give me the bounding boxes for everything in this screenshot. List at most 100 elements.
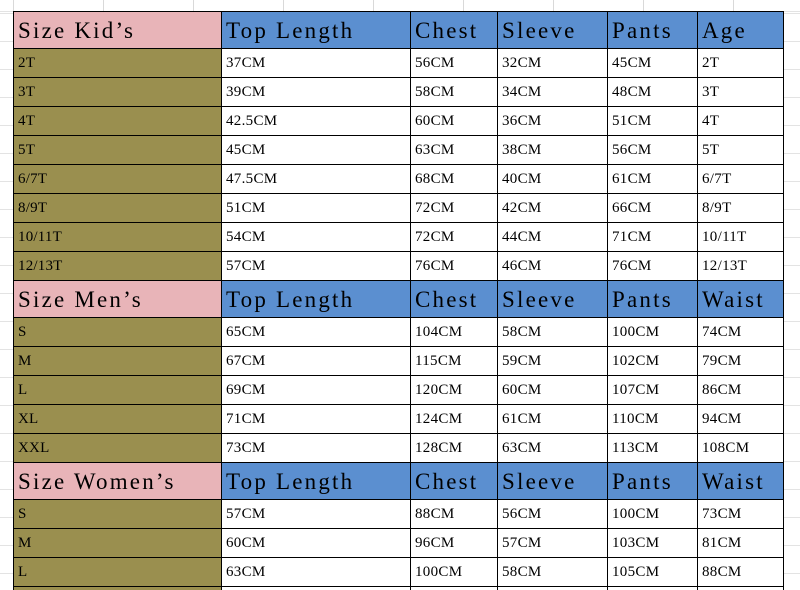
measurement-cell: 32CM [497,48,608,78]
size-label-cell: L [13,375,222,405]
measurement-cell: 73CM [221,433,411,463]
table-row: XL66CM104CM59CM108CM94CM [13,586,784,590]
measurement-cell: 65CM [221,317,411,347]
measurement-cell: 63CM [497,433,608,463]
table-row: S 65CM 104CM 58CM 100CM 74CM [13,317,784,347]
measurement-cell: 59CM [497,586,608,590]
measurement-cell: 67CM [221,346,411,376]
measurement-cell: 71CM [607,222,698,252]
measurement-cell: 36CM [497,106,608,136]
column-header: Pants [607,280,698,318]
measurement-cell: 54CM [221,222,411,252]
table-row: M 67CM 115CM 59CM 102CM 79CM [13,346,784,376]
table-row: 8/9T 51CM 72CM 42CM 66CM 8/9T [13,193,784,223]
measurement-cell: 73CM [697,499,784,529]
measurement-cell: 104CM [410,586,498,590]
section-title: Size Kid’s [13,11,222,49]
column-header: Top Length [221,11,411,49]
section-header-row: Size Women’s Top Length Chest Sleeve Pants Wa… [13,462,784,500]
size-label-cell: 3T [13,77,222,107]
table-row: 4T 42.5CM 60CM 36CM 51CM 4T [13,106,784,136]
measurement-cell: 60CM [497,375,608,405]
measurement-cell: 45CM [221,135,411,165]
measurement-cell: 96CM [410,528,498,558]
measurement-cell: 66CM [221,586,411,590]
measurement-cell: 58CM [497,317,608,347]
size-label-cell: S [13,317,222,347]
measurement-cell: 51CM [221,193,411,223]
measurement-cell: 86CM [697,375,784,405]
measurement-cell: 103CM [607,528,698,558]
column-header: Sleeve [497,11,608,49]
measurement-cell: 88CM [410,499,498,529]
section-header-row: Size Kid’s Top Length Chest Sleeve Pants Age [13,11,784,49]
measurement-cell: 60CM [410,106,498,136]
measurement-cell: 100CM [607,317,698,347]
column-header: Waist [697,280,784,318]
table-row: M 60CM 96CM 57CM 103CM 81CM [13,528,784,558]
measurement-cell: 45CM [607,48,698,78]
measurement-cell: 56CM [497,499,608,529]
measurement-cell: 120CM [410,375,498,405]
measurement-cell: 40CM [497,164,608,194]
measurement-cell: 42.5CM [221,106,411,136]
measurement-cell: 34CM [497,77,608,107]
measurement-cell: 63CM [410,135,498,165]
measurement-cell: 94CM [697,586,784,590]
table-row: 3T 39CM 58CM 34CM 48CM 3T [13,77,784,107]
measurement-cell: 69CM [221,375,411,405]
column-header: Age [697,11,784,49]
measurement-cell: 6/7T [697,164,784,194]
table-row: 10/11T 54CM 72CM 44CM 71CM 10/11T [13,222,784,252]
size-label-cell: M [13,346,222,376]
column-header: Chest [410,280,498,318]
size-label-cell: 5T [13,135,222,165]
size-label-cell: 10/11T [13,222,222,252]
measurement-cell: 4T [697,106,784,136]
size-label-cell: L [13,557,222,587]
measurement-cell: 108CM [697,433,784,463]
table-row: XXL 73CM 128CM 63CM 113CM 108CM [13,433,784,463]
size-label-cell: XL [13,404,222,434]
measurement-cell: 10/11T [697,222,784,252]
measurement-cell: 128CM [410,433,498,463]
measurement-cell: 57CM [221,251,411,281]
measurement-cell: 37CM [221,48,411,78]
size-label-cell: XL [13,586,222,590]
size-label-cell: 8/9T [13,193,222,223]
measurement-cell: 88CM [697,557,784,587]
section-header-row: Size Men’s Top Length Chest Sleeve Pants Wais… [13,280,784,318]
measurement-cell: 100CM [607,499,698,529]
measurement-cell: 110CM [607,404,698,434]
column-header: Chest [410,462,498,500]
measurement-cell: 59CM [497,346,608,376]
measurement-cell: 61CM [607,164,698,194]
measurement-cell: 47.5CM [221,164,411,194]
column-header: Top Length [221,462,411,500]
measurement-cell: 60CM [221,528,411,558]
size-label-cell: 12/13T [13,251,222,281]
measurement-cell: 115CM [410,346,498,376]
measurement-cell: 94CM [697,404,784,434]
column-header: Chest [410,11,498,49]
measurement-cell: 79CM [697,346,784,376]
measurement-cell: 81CM [697,528,784,558]
size-label-cell: M [13,528,222,558]
table-row: 2T 37CM 56CM 32CM 45CM 2T [13,48,784,78]
measurement-cell: 107CM [607,375,698,405]
size-label-cell: XXL [13,433,222,463]
measurement-cell: 58CM [497,557,608,587]
measurement-cell: 44CM [497,222,608,252]
column-header: Pants [607,462,698,500]
table-row: 5T 45CM 63CM 38CM 56CM 5T [13,135,784,165]
measurement-cell: 58CM [410,77,498,107]
measurement-cell: 68CM [410,164,498,194]
size-label-cell: 6/7T [13,164,222,194]
measurement-cell: 63CM [221,557,411,587]
measurement-cell: 113CM [607,433,698,463]
table-row: L 69CM 120CM 60CM 107CM 86CM [13,375,784,405]
measurement-cell: 61CM [497,404,608,434]
measurement-cell: 76CM [607,251,698,281]
measurement-cell: 108CM [607,586,698,590]
size-chart-body: Size Kid’s Top Length Chest Sleeve Pants Age 2… [13,11,784,590]
